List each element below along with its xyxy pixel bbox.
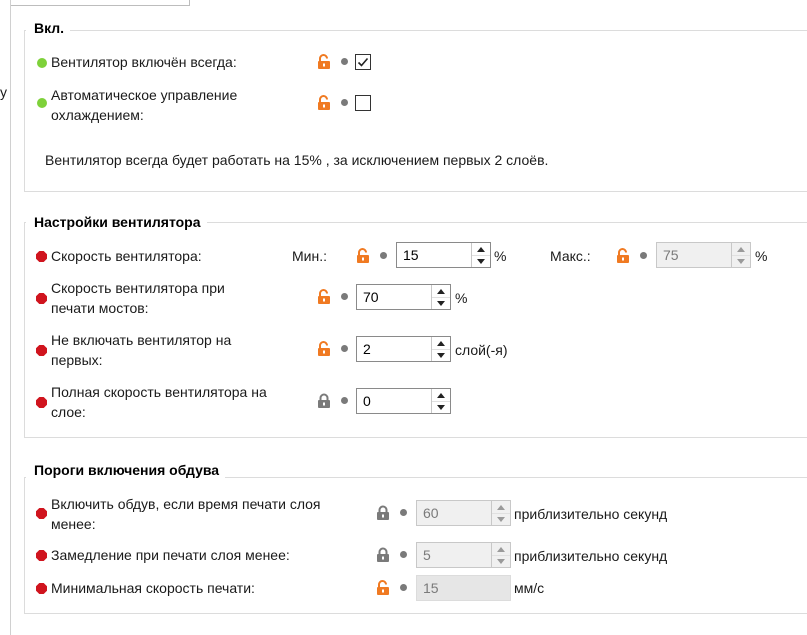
enable-below-spinbox: 60 xyxy=(416,500,511,526)
fan-info-text: Вентилятор всегда будет работать на 15% … xyxy=(45,152,549,168)
unlocked-icon[interactable] xyxy=(316,341,332,357)
thresholds-title: Пороги включения обдува xyxy=(26,462,226,478)
unlocked-icon[interactable] xyxy=(355,248,371,264)
disable-first-label: Не включать вентилятор на первых: xyxy=(51,332,232,368)
checkmark-icon xyxy=(357,57,369,67)
status-dot-green xyxy=(37,58,47,68)
default-bullet xyxy=(341,293,348,300)
fan-settings-title: Настройки вентилятора xyxy=(26,214,207,230)
decrement-button[interactable] xyxy=(432,349,450,361)
spin-arrows xyxy=(491,501,510,525)
default-bullet xyxy=(341,58,348,65)
fan-speed-label: Скорость вентилятора: xyxy=(51,248,202,264)
min-speed-value: 15 xyxy=(403,247,419,263)
auto-cooling-checkbox[interactable] xyxy=(355,95,371,111)
locked-icon[interactable] xyxy=(375,505,391,521)
spin-arrows xyxy=(491,543,510,567)
max-speed-spinbox: 75 xyxy=(656,242,751,268)
fan-always-checkbox[interactable] xyxy=(355,54,371,70)
unlocked-icon[interactable] xyxy=(375,580,391,596)
default-bullet xyxy=(341,99,348,106)
disable-first-unit: слой(-я) xyxy=(455,342,508,358)
full-speed-label: Полная скорость вентилятора на слое: xyxy=(51,384,267,420)
bridges-speed-value: 70 xyxy=(363,289,379,305)
previous-panel-edge xyxy=(0,0,190,6)
decrement-button[interactable] xyxy=(432,297,450,309)
bridges-speed-label: Скорость вентилятора при печати мостов: xyxy=(51,280,225,316)
decrement-button xyxy=(732,255,750,267)
spin-arrows xyxy=(431,285,450,309)
disable-first-spinbox[interactable]: 2 xyxy=(356,336,451,362)
decrement-button[interactable] xyxy=(472,255,490,267)
slowdown-label: Замедление при печати слоя менее: xyxy=(51,547,290,563)
enable-below-unit: приблизительно секунд xyxy=(514,506,668,522)
max-unit: % xyxy=(755,248,768,264)
locked-icon[interactable] xyxy=(316,393,332,409)
full-speed-value: 0 xyxy=(363,393,371,409)
min-label: Мин.: xyxy=(292,248,327,264)
slowdown-value: 5 xyxy=(423,547,431,563)
unlocked-icon[interactable] xyxy=(615,248,631,264)
decrement-button xyxy=(492,555,510,567)
fan-always-label: Вентилятор включён всегда: xyxy=(51,54,237,70)
unlocked-icon[interactable] xyxy=(316,289,332,305)
slowdown-spinbox: 5 xyxy=(416,542,511,568)
left-panel-fragment: у xyxy=(0,84,7,100)
min-speed-spinbox[interactable]: 15 xyxy=(396,242,491,268)
status-dot-green xyxy=(37,98,47,108)
min-print-speed-unit: мм/с xyxy=(514,580,545,596)
default-bullet xyxy=(400,509,407,516)
default-bullet xyxy=(341,345,348,352)
bridges-unit: % xyxy=(455,290,468,306)
spin-arrows xyxy=(471,243,490,267)
auto-cooling-label: Автоматическое управление охлаждением: xyxy=(51,87,238,123)
slowdown-unit: приблизительно секунд xyxy=(514,548,668,564)
status-dot-red xyxy=(36,583,47,594)
default-bullet xyxy=(400,551,407,558)
default-bullet xyxy=(640,252,647,259)
enable-group-title: Вкл. xyxy=(26,20,71,36)
disable-first-value: 2 xyxy=(363,341,371,357)
locked-icon[interactable] xyxy=(375,547,391,563)
default-bullet xyxy=(400,584,407,591)
max-label: Макс.: xyxy=(550,248,591,264)
min-unit: % xyxy=(494,248,507,264)
enable-below-label: Включить обдув, если время печати слоя м… xyxy=(51,496,321,532)
decrement-button xyxy=(492,513,510,525)
min-print-speed-value: 15 xyxy=(423,580,439,596)
enable-below-value: 60 xyxy=(423,505,439,521)
spin-arrows xyxy=(431,337,450,361)
spin-arrows xyxy=(731,243,750,267)
bridges-speed-spinbox[interactable]: 70 xyxy=(356,284,451,310)
max-speed-value: 75 xyxy=(663,247,679,263)
decrement-button[interactable] xyxy=(432,401,450,413)
default-bullet xyxy=(341,397,348,404)
status-dot-red xyxy=(36,550,47,561)
min-print-speed-label: Минимальная скорость печати: xyxy=(51,580,255,596)
default-bullet xyxy=(380,252,387,259)
min-print-speed-field: 15 xyxy=(416,575,511,601)
full-speed-spinbox[interactable]: 0 xyxy=(356,388,451,414)
unlocked-icon[interactable] xyxy=(316,95,332,111)
unlocked-icon[interactable] xyxy=(316,54,332,70)
spin-arrows xyxy=(431,389,450,413)
